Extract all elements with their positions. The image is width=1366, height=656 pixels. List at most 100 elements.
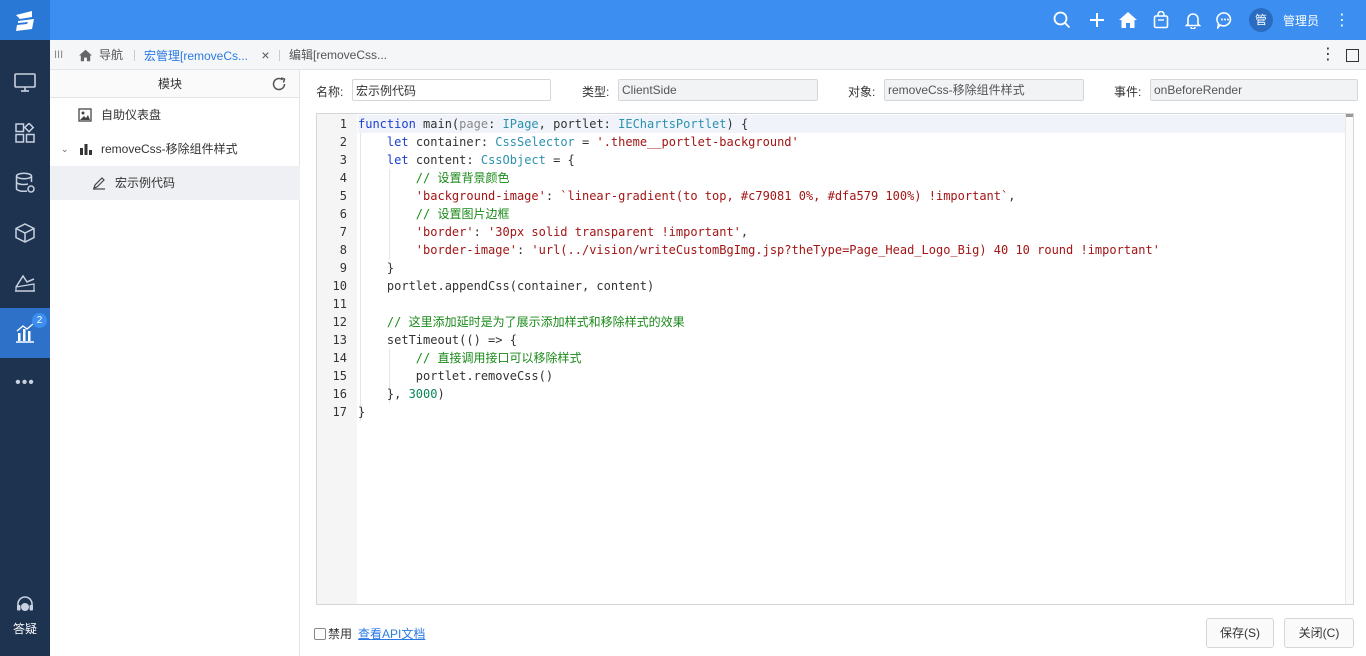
code-line: function main(page: IPage, portlet: IECh… — [358, 115, 1346, 133]
code-line: }, 3000) — [358, 387, 445, 401]
nav-cube[interactable] — [0, 208, 50, 258]
line-number: 14 — [332, 351, 347, 365]
object-label: 对象: — [848, 85, 876, 99]
tab-macro-manage[interactable]: 宏管理[removeCs... × — [144, 40, 270, 70]
scroll-position-mark — [1346, 114, 1353, 117]
tab-home-label: 导航 — [99, 48, 124, 62]
type-field[interactable]: ClientSide — [618, 79, 818, 101]
chat-icon[interactable] — [1215, 10, 1235, 30]
line-number: 9 — [339, 261, 347, 275]
nav-database[interactable] — [0, 158, 50, 208]
code-line: // 直接调用接口可以移除样式 — [415, 351, 582, 365]
refresh-icon[interactable] — [271, 76, 287, 92]
tree-item-label: 自助仪表盘 — [101, 108, 162, 122]
code-line: 'background-image': `linear-gradient(to … — [415, 189, 1016, 203]
logo-icon — [16, 11, 34, 31]
avatar[interactable]: 管 — [1249, 8, 1273, 32]
event-field[interactable]: onBeforeRender — [1150, 79, 1358, 101]
dashboard-image-icon — [78, 108, 92, 122]
search-icon[interactable] — [1052, 10, 1072, 30]
line-number: 8 — [339, 243, 347, 257]
module-tree-panel: 模块 自助仪表盘 ⌄ removeCss-移除组件样式 宏示例代码 — [50, 70, 300, 656]
tab-bar: III 导航 宏管理[removeCs... × 编辑[removeCss...… — [50, 40, 1366, 70]
event-label: 事件: — [1114, 85, 1142, 99]
tab-divider — [134, 50, 135, 61]
cube-icon — [15, 223, 35, 243]
nav-monitor[interactable] — [0, 58, 50, 108]
line-number: 4 — [339, 171, 347, 185]
left-nav: 2 ••• 答疑 — [0, 40, 50, 656]
more-icon: ••• — [15, 374, 35, 391]
database-icon — [15, 172, 35, 193]
tabbar-handle-icon[interactable]: III — [54, 40, 63, 70]
code-line: 'border-image': 'url(../vision/writeCust… — [415, 243, 1160, 257]
tab-home[interactable]: 导航 — [78, 40, 123, 70]
headset-icon — [17, 596, 33, 611]
line-number: 17 — [332, 405, 347, 419]
tree-item-removecss[interactable]: ⌄ removeCss-移除组件样式 — [50, 132, 300, 166]
nav-chart[interactable]: 2 — [0, 308, 50, 358]
user-name[interactable]: 管理员 — [1283, 12, 1319, 29]
disable-checkbox[interactable]: 禁用 — [314, 625, 352, 642]
bell-icon[interactable] — [1183, 10, 1203, 30]
tab-divider — [279, 50, 280, 61]
close-icon[interactable]: × — [261, 47, 269, 63]
app-logo[interactable] — [0, 0, 50, 40]
line-number: 13 — [332, 333, 347, 347]
tree-item-dashboard[interactable]: 自助仪表盘 — [50, 98, 300, 132]
nav-dashboard[interactable] — [0, 108, 50, 158]
code-line: let container: CssSelector = '.theme__po… — [386, 135, 799, 149]
line-number: 16 — [332, 387, 347, 401]
tab-macro-manage-label: 宏管理[removeCs... — [144, 49, 249, 63]
line-number: 5 — [339, 189, 347, 203]
code-line: // 设置背景颜色 — [415, 171, 510, 185]
object-field[interactable]: removeCss-移除组件样式 — [884, 79, 1084, 101]
code-line: portlet.removeCss() — [358, 369, 554, 383]
more-vertical-icon[interactable]: ⋮ — [1320, 40, 1336, 70]
line-number-gutter: 1 2 3 4 5 6 7 8 9 10 11 12 13 14 15 16 1… — [317, 114, 357, 604]
code-editor[interactable]: 1 2 3 4 5 6 7 8 9 10 11 12 13 14 15 16 1… — [316, 113, 1354, 605]
tree-header-title: 模块 — [157, 77, 182, 91]
nav-more[interactable]: ••• — [0, 358, 50, 408]
tree-item-label: 宏示例代码 — [115, 176, 176, 190]
analysis-icon — [15, 274, 35, 292]
maximize-icon[interactable] — [1346, 40, 1359, 70]
code-line: portlet.appendCss(container, content) — [358, 279, 655, 293]
disable-label: 禁用 — [328, 627, 353, 641]
line-number: 12 — [332, 315, 347, 329]
line-number: 7 — [339, 225, 347, 239]
more-vertical-icon[interactable]: ⋮ — [1334, 10, 1350, 30]
chevron-down-icon[interactable]: ⌄ — [61, 132, 69, 166]
dashboard-icon — [15, 123, 35, 143]
code-line: 'border': '30px solid transparent !impor… — [415, 225, 749, 239]
line-number: 6 — [339, 207, 347, 221]
name-label: 名称: — [316, 85, 344, 99]
monitor-icon — [14, 73, 36, 92]
plus-icon[interactable] — [1087, 10, 1107, 30]
save-button[interactable]: 保存(S) — [1206, 618, 1274, 648]
close-button[interactable]: 关闭(C) — [1284, 618, 1354, 648]
bar-chart-icon — [80, 144, 92, 155]
edit-pen-icon — [93, 177, 105, 190]
code-line: let content: CssObject = { — [386, 153, 575, 167]
nav-analysis[interactable] — [0, 258, 50, 308]
editor-scrollbar[interactable] — [1345, 114, 1353, 604]
api-docs-link[interactable]: 查看API文档 — [358, 625, 425, 642]
bag-icon[interactable] — [1151, 10, 1171, 30]
help-button[interactable]: 答疑 — [0, 595, 50, 637]
home-icon[interactable] — [1118, 10, 1138, 30]
tree-item-label: removeCss-移除组件样式 — [101, 142, 238, 156]
code-line: } — [358, 405, 366, 419]
checkbox-icon[interactable] — [314, 627, 326, 640]
name-field[interactable] — [352, 79, 551, 101]
help-label: 答疑 — [12, 622, 37, 636]
tab-edit[interactable]: 编辑[removeCss... — [289, 40, 387, 70]
line-number: 11 — [332, 297, 347, 311]
home-icon — [79, 49, 92, 61]
code-line: // 设置图片边框 — [415, 207, 510, 221]
tree-item-macro-sample[interactable]: 宏示例代码 — [50, 166, 300, 200]
tree-header: 模块 — [50, 70, 299, 98]
chart-icon — [16, 323, 34, 343]
code-area[interactable]: function main(page: IPage, portlet: IECh… — [358, 114, 1346, 604]
line-number: 3 — [339, 153, 347, 167]
